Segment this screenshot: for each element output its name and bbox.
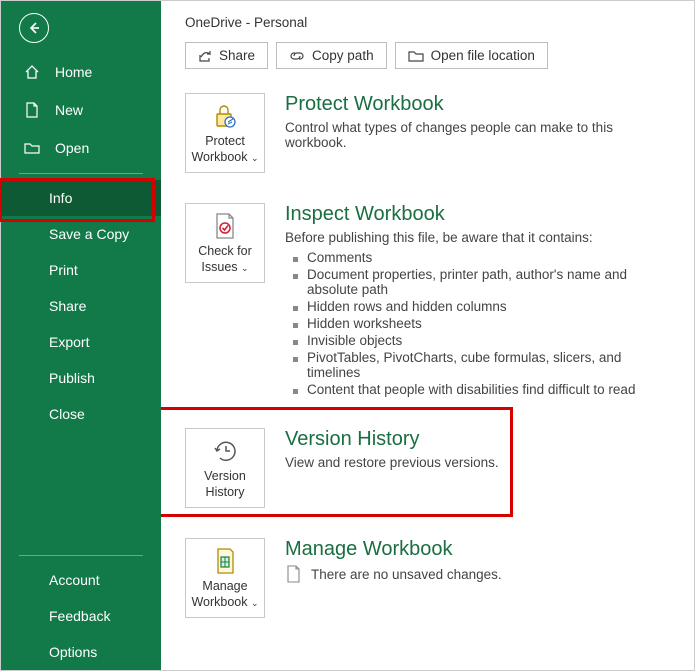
share-icon — [198, 49, 212, 63]
separator — [19, 173, 143, 174]
check-issues-card[interactable]: Check for Issues ⌄ — [185, 203, 265, 283]
protect-workbook-card[interactable]: Protect Workbook ⌄ — [185, 93, 265, 173]
share-label: Share — [219, 48, 255, 63]
check-issues-label: Check for Issues ⌄ — [188, 244, 262, 275]
backstage-sidebar: Home New Open Info Save a Copy Print Sha… — [1, 1, 161, 670]
copy-path-button[interactable]: Copy path — [276, 42, 387, 69]
protect-desc: Control what types of changes people can… — [285, 120, 678, 150]
open-location-button[interactable]: Open file location — [395, 42, 548, 69]
open-icon — [23, 139, 41, 157]
manage-desc-row: There are no unsaved changes. — [285, 565, 678, 583]
section-inspect: Check for Issues ⌄ Inspect Workbook Befo… — [185, 203, 684, 398]
lock-icon — [210, 101, 240, 131]
folder-icon — [408, 49, 424, 62]
nav-close[interactable]: Close — [1, 396, 161, 432]
version-history-card[interactable]: Version History — [185, 428, 265, 508]
nav-options[interactable]: Options — [1, 634, 161, 670]
nav-print[interactable]: Print — [1, 252, 161, 288]
version-title: Version History — [285, 428, 678, 451]
list-item: Hidden rows and hidden columns — [285, 298, 678, 315]
link-icon — [289, 50, 305, 62]
section-version: Version History Version History View and… — [185, 428, 684, 508]
nav-open-label: Open — [55, 140, 89, 156]
nav-print-label: Print — [49, 262, 78, 278]
list-item: Document properties, printer path, autho… — [285, 266, 678, 298]
nav-options-label: Options — [49, 644, 97, 660]
history-icon — [210, 436, 240, 466]
nav-account-label: Account — [49, 572, 100, 588]
nav-save-copy[interactable]: Save a Copy — [1, 216, 161, 252]
nav-feedback-label: Feedback — [49, 608, 110, 624]
manage-workbook-card[interactable]: Manage Workbook ⌄ — [185, 538, 265, 618]
version-card-label: Version History — [188, 469, 262, 500]
nav-home[interactable]: Home — [1, 53, 161, 91]
list-item: PivotTables, PivotCharts, cube formulas,… — [285, 349, 678, 381]
nav-share-label: Share — [49, 298, 86, 314]
copy-path-label: Copy path — [312, 48, 374, 63]
nav-save-copy-label: Save a Copy — [49, 226, 129, 242]
list-item: Content that people with disabilities fi… — [285, 381, 678, 398]
home-icon — [23, 63, 41, 81]
nav-export-label: Export — [49, 334, 89, 350]
manage-title: Manage Workbook — [285, 538, 678, 561]
content-area: OneDrive - Personal Share Copy path Open… — [161, 1, 694, 670]
list-item: Invisible objects — [285, 332, 678, 349]
section-manage: Manage Workbook ⌄ Manage Workbook There … — [185, 538, 684, 618]
nav-share[interactable]: Share — [1, 288, 161, 324]
new-icon — [23, 101, 41, 119]
nav-publish[interactable]: Publish — [1, 360, 161, 396]
nav-new[interactable]: New — [1, 91, 161, 129]
nav-publish-label: Publish — [49, 370, 95, 386]
arrow-left-icon — [27, 21, 41, 35]
open-location-label: Open file location — [431, 48, 535, 63]
workbook-icon — [210, 546, 240, 576]
inspect-title: Inspect Workbook — [285, 203, 678, 226]
section-protect: Protect Workbook ⌄ Protect Workbook Cont… — [185, 93, 684, 173]
nav-close-label: Close — [49, 406, 85, 422]
doc-icon — [285, 565, 301, 583]
nav-home-label: Home — [55, 64, 92, 80]
nav-info[interactable]: Info — [1, 180, 161, 216]
inspect-intro: Before publishing this file, be aware th… — [285, 230, 678, 245]
manage-card-label: Manage Workbook ⌄ — [188, 579, 262, 610]
nav-account[interactable]: Account — [1, 562, 161, 598]
toolbar: Share Copy path Open file location — [185, 42, 684, 69]
nav-feedback[interactable]: Feedback — [1, 598, 161, 634]
nav-new-label: New — [55, 102, 83, 118]
nav-export[interactable]: Export — [1, 324, 161, 360]
list-item: Comments — [285, 249, 678, 266]
version-desc: View and restore previous versions. — [285, 455, 678, 470]
separator — [19, 555, 143, 556]
protect-title: Protect Workbook — [285, 93, 678, 116]
share-button[interactable]: Share — [185, 42, 268, 69]
back-button[interactable] — [19, 13, 49, 43]
inspect-list: Comments Document properties, printer pa… — [285, 249, 678, 398]
manage-desc: There are no unsaved changes. — [311, 567, 502, 582]
nav-info-label: Info — [49, 190, 72, 206]
nav-open[interactable]: Open — [1, 129, 161, 167]
check-doc-icon — [210, 211, 240, 241]
protect-card-label: Protect Workbook ⌄ — [188, 134, 262, 165]
list-item: Hidden worksheets — [285, 315, 678, 332]
location-path: OneDrive - Personal — [185, 15, 684, 30]
